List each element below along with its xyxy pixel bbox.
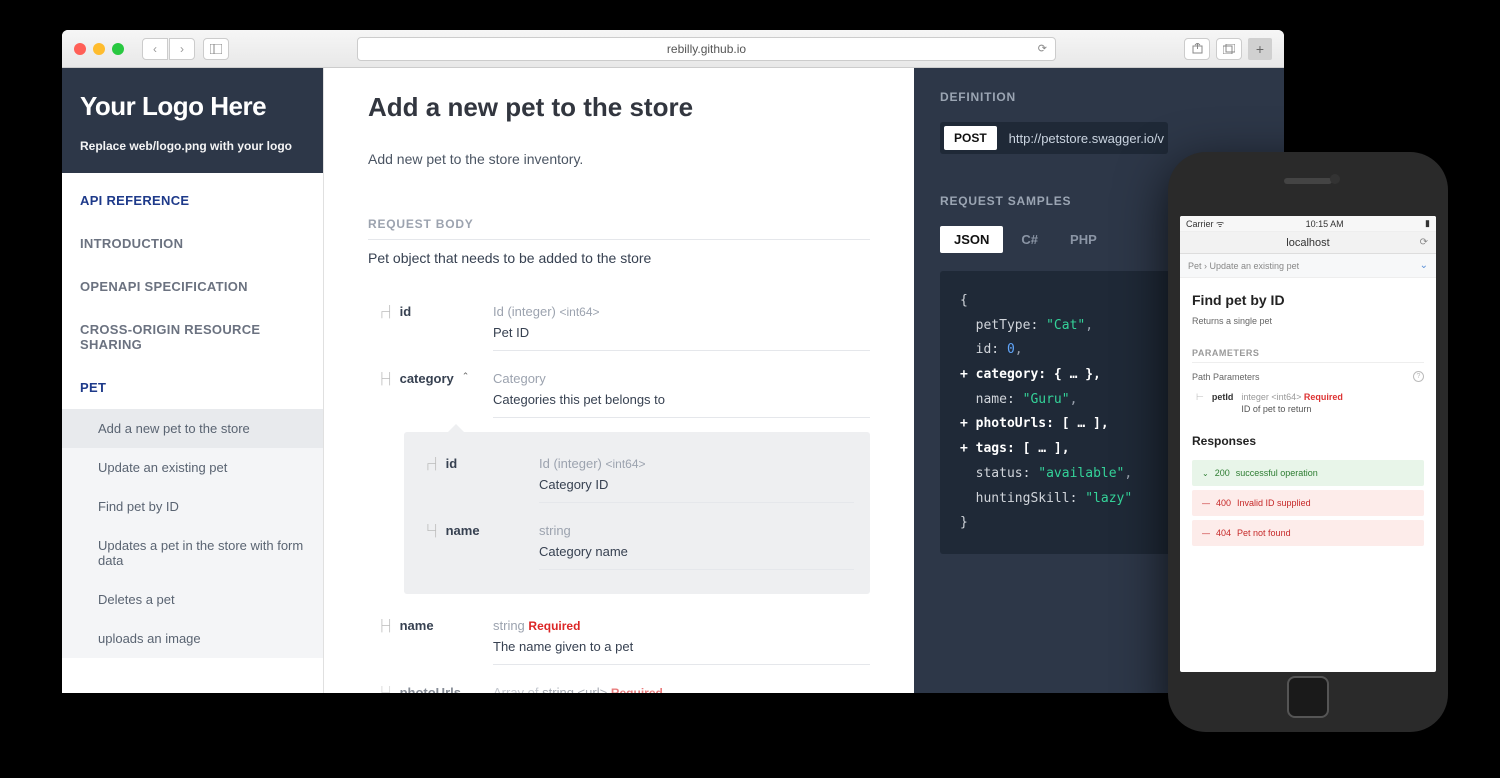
dash-icon: —: [1202, 499, 1210, 508]
status-bar: Carrier ᯤ 10:15 AM ▮: [1180, 216, 1436, 232]
nav-item-cors[interactable]: CROSS-ORIGIN RESOURCE SHARING: [62, 308, 323, 366]
response-200[interactable]: ⌄200successful operation: [1192, 460, 1424, 486]
breadcrumb[interactable]: Pet › Update an existing pet ⌄: [1180, 254, 1436, 278]
nav-sub-find-pet[interactable]: Find pet by ID: [62, 487, 323, 526]
sidebar-toggle-icon[interactable]: [203, 38, 229, 60]
nav-sub-delete-pet[interactable]: Deletes a pet: [62, 580, 323, 619]
wifi-icon: ᯤ: [1216, 219, 1224, 229]
chevron-up-icon: ⌃: [462, 371, 470, 382]
method-badge: POST: [944, 126, 997, 150]
nav-subitems: Add a new pet to the store Update an exi…: [62, 409, 323, 658]
browser-chrome: ‹ › rebilly.github.io ⟳ +: [62, 30, 1284, 68]
help-icon[interactable]: ?: [1413, 371, 1424, 382]
param-name: ├┤name string Required The name given to…: [378, 608, 870, 675]
address-bar[interactable]: localhost ⟳: [1180, 232, 1436, 254]
url-text: rebilly.github.io: [667, 42, 746, 56]
chevron-down-icon: ⌄: [1420, 260, 1428, 271]
responses-label: Responses: [1192, 434, 1424, 448]
main-content: Add a new pet to the store Add new pet t…: [324, 68, 914, 693]
chevron-down-icon: ⌄: [1202, 469, 1209, 478]
tree-icon: ┌┤: [378, 306, 394, 318]
nested-category: ┌┤id Id (integer) <int64> Category ID └┤…: [404, 432, 870, 594]
battery-icon: ▮: [1425, 218, 1430, 229]
page-title: Add a new pet to the store: [368, 92, 870, 123]
page-desc: Add new pet to the store inventory.: [368, 151, 870, 167]
phone-subsection: Path Parameters ?: [1192, 371, 1424, 382]
response-404[interactable]: —404Pet not found: [1192, 520, 1424, 546]
param-id: ┌┤id Id (integer) <int64> Pet ID: [378, 294, 870, 361]
nav-item-introduction[interactable]: INTRODUCTION: [62, 222, 323, 265]
phone-desc: Returns a single pet: [1192, 316, 1424, 326]
traffic-lights: [74, 43, 124, 55]
logo-area: Your Logo Here Replace web/logo.png with…: [62, 68, 323, 173]
browser-window: ‹ › rebilly.github.io ⟳ + Your Logo Here…: [62, 30, 1284, 693]
definition-row: POST http://petstore.swagger.io/v: [940, 122, 1168, 154]
tree-icon: ├┤: [378, 687, 394, 693]
reload-icon[interactable]: ⟳: [1420, 237, 1428, 248]
status-time: 10:15 AM: [1306, 219, 1344, 229]
nav-sub-add-pet[interactable]: Add a new pet to the store: [62, 409, 323, 448]
nav-sub-update-form[interactable]: Updates a pet in the store with form dat…: [62, 526, 323, 580]
nav-item-openapi[interactable]: OPENAPI SPECIFICATION: [62, 265, 323, 308]
nav-buttons: ‹ ›: [142, 38, 195, 60]
param-category[interactable]: ├┤category⌃ Category Categories this pet…: [378, 361, 870, 428]
tree-icon: ├┤: [378, 373, 394, 385]
dash-icon: —: [1202, 529, 1210, 538]
forward-button[interactable]: ›: [169, 38, 195, 60]
app-body: Your Logo Here Replace web/logo.png with…: [62, 68, 1284, 693]
url-bar[interactable]: rebilly.github.io ⟳: [357, 37, 1056, 61]
tab-json[interactable]: JSON: [940, 226, 1003, 253]
tree-icon: └┤: [424, 525, 440, 537]
maximize-icon[interactable]: [112, 43, 124, 55]
phone-title: Find pet by ID: [1192, 292, 1424, 308]
reload-icon[interactable]: ⟳: [1038, 42, 1047, 55]
request-body-label: REQUEST BODY: [368, 217, 870, 240]
param-category-name: └┤name string Category name: [424, 513, 854, 580]
endpoint-url: http://petstore.swagger.io/v: [1009, 131, 1164, 146]
share-icon[interactable]: [1184, 38, 1210, 60]
params-list: ┌┤id Id (integer) <int64> Pet ID ├┤categ…: [378, 294, 870, 693]
new-tab-button[interactable]: +: [1248, 38, 1272, 60]
nav-header[interactable]: API REFERENCE: [62, 179, 323, 222]
phone-content: Find pet by ID Returns a single pet PARA…: [1180, 278, 1436, 564]
definition-label: DEFINITION: [940, 90, 1258, 104]
tab-csharp[interactable]: C#: [1007, 226, 1052, 253]
phone-params-label: PARAMETERS: [1192, 348, 1424, 363]
nav-sub-update-pet[interactable]: Update an existing pet: [62, 448, 323, 487]
minimize-icon[interactable]: [93, 43, 105, 55]
tree-icon: ┌┤: [424, 458, 440, 470]
phone-screen: Carrier ᯤ 10:15 AM ▮ localhost ⟳ Pet › U…: [1180, 216, 1436, 672]
logo-subtitle: Replace web/logo.png with your logo: [80, 139, 305, 153]
nav-sub-upload-image[interactable]: uploads an image: [62, 619, 323, 658]
tabs-icon[interactable]: [1216, 38, 1242, 60]
nav-section-pet[interactable]: PET: [62, 366, 323, 409]
body-desc: Pet object that needs to be added to the…: [368, 250, 870, 266]
logo-text: Your Logo Here: [80, 92, 305, 121]
close-icon[interactable]: [74, 43, 86, 55]
response-400[interactable]: —400Invalid ID supplied: [1192, 490, 1424, 516]
tree-icon: ├┤: [378, 620, 394, 632]
tab-php[interactable]: PHP: [1056, 226, 1111, 253]
phone-mockup: Carrier ᯤ 10:15 AM ▮ localhost ⟳ Pet › U…: [1168, 152, 1448, 732]
sidebar: Your Logo Here Replace web/logo.png with…: [62, 68, 324, 693]
param-photourls: ├┤photoUrls Array of string <url> Requir…: [378, 675, 870, 693]
param-category-id: ┌┤id Id (integer) <int64> Category ID: [424, 446, 854, 513]
phone-param-petid: ⊢ petId integer <int64> Required ID of p…: [1192, 392, 1424, 414]
toolbar-right: +: [1184, 38, 1272, 60]
home-button[interactable]: [1287, 676, 1329, 718]
nav: API REFERENCE INTRODUCTION OPENAPI SPECI…: [62, 173, 323, 658]
back-button[interactable]: ‹: [142, 38, 168, 60]
